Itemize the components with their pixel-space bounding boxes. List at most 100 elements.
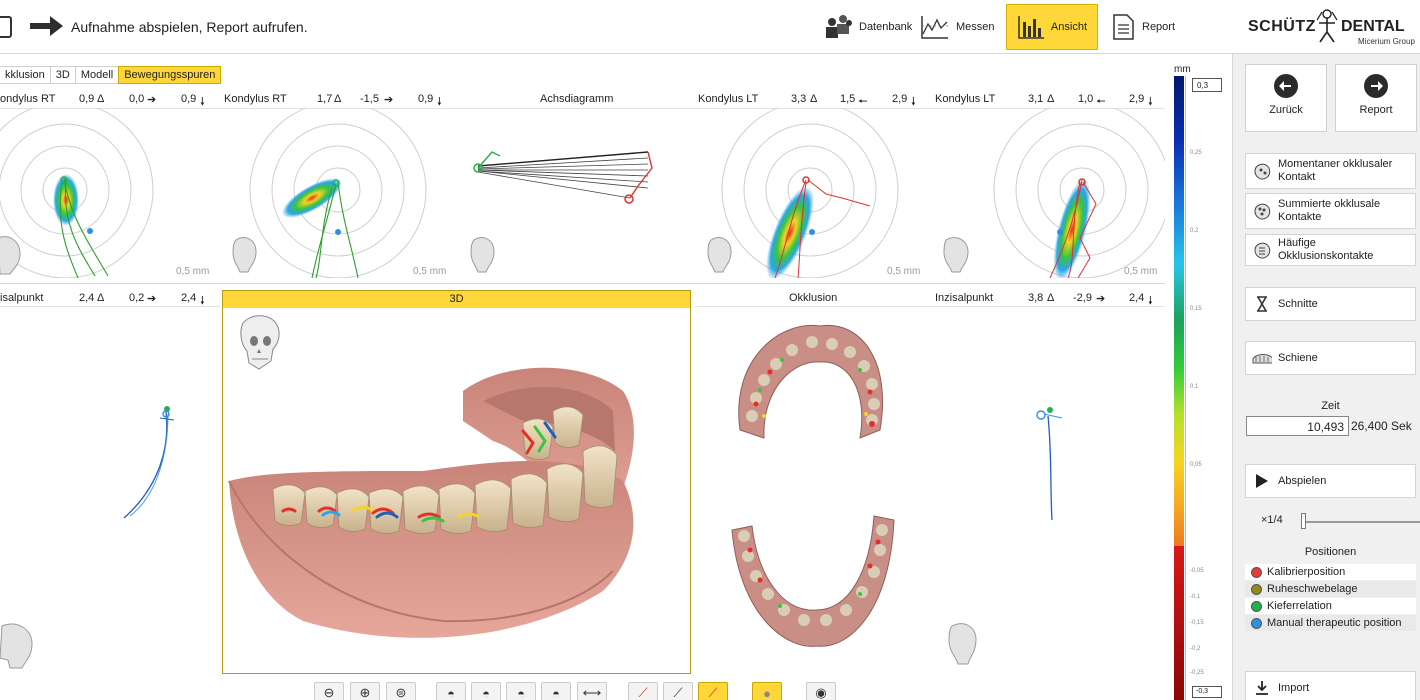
zeit-input[interactable]: 10,493	[1246, 416, 1349, 436]
panel-header-achsdiagramm: Achsdiagramm	[540, 93, 613, 107]
axis-icon: ⟷	[582, 685, 602, 700]
speed-slider-thumb[interactable]	[1301, 513, 1306, 529]
view-bottom-button[interactable]: ◓	[541, 682, 571, 700]
scale-max-input[interactable]: 0,3	[1192, 78, 1222, 92]
app-window: Aufnahme abspielen, Report aufrufen. Dat…	[0, 0, 1420, 700]
arrow-right-small-icon: ➔	[384, 94, 394, 106]
play-icon	[1252, 471, 1272, 491]
position-item-manual-therapeutic[interactable]: Manual therapeutic position	[1245, 615, 1416, 631]
horizontal-value: -2,9	[1073, 292, 1092, 304]
datenbank-button[interactable]: Datenbank	[813, 4, 922, 50]
vertical-value: 2,9	[892, 93, 908, 105]
color-scale: mm 0,3 0,25 0,2 0,15 0,1 0,05 -0,05 -0,1…	[1170, 64, 1226, 700]
schiene-button[interactable]: Schiene	[1245, 341, 1416, 375]
scale-label-1: 0,5 mm	[176, 266, 209, 277]
logo-sub: Micerium Group	[1358, 37, 1415, 46]
delta-value: 3,8	[1028, 292, 1044, 304]
contact-button[interactable]: ●	[752, 682, 782, 700]
horizontal-value: -1,5	[360, 93, 379, 105]
visibility-button[interactable]: ◉	[806, 682, 836, 700]
horizontal-value: 0,0	[129, 93, 145, 105]
zoom-in-icon: ⊕	[359, 685, 371, 700]
position-dot-blue	[1251, 617, 1262, 629]
trace-red-icon: ⟋	[638, 685, 648, 700]
logo-part1: SCHÜTZ	[1248, 18, 1316, 35]
haeufige-kontakte-button[interactable]: Häufige Okklusionskontakte	[1245, 234, 1416, 266]
schnitte-button[interactable]: Schnitte	[1245, 287, 1416, 321]
import-button[interactable]: Import	[1245, 671, 1416, 700]
abspielen-button[interactable]: Abspielen	[1245, 464, 1416, 498]
schiene-label: Schiene	[1278, 351, 1318, 364]
delta-icon: Δ	[810, 93, 818, 105]
panel-title: Kondylus LT	[698, 93, 759, 105]
axis-button[interactable]: ⟷	[577, 682, 607, 700]
position-item-kieferrelation[interactable]: Kieferrelation	[1245, 598, 1416, 614]
scale-bar-negative	[1174, 546, 1184, 700]
position-label: Manual therapeutic position	[1267, 617, 1402, 629]
zoom-out-button[interactable]: ⊖	[314, 682, 344, 700]
position-label: Ruheschwebelage	[1267, 583, 1358, 595]
tooth-frequent-icon	[1252, 240, 1272, 260]
right-panel: Zurück Report Momentaner okklusaler Kont…	[1232, 54, 1420, 700]
hourglass-icon	[1252, 294, 1272, 314]
logo-part2: DENTAL	[1341, 18, 1405, 35]
arrow-right-small-icon: ➔	[147, 293, 157, 305]
document-icon	[1113, 14, 1134, 40]
measure-chart-icon	[921, 16, 948, 39]
position-item-ruheschwebelage[interactable]: Ruheschwebelage	[1245, 581, 1416, 597]
report-button[interactable]: Report	[1335, 64, 1417, 132]
arrow-right-circle-icon	[1364, 74, 1388, 98]
lower-arch	[731, 515, 895, 647]
scale-label-5: 0,5 mm	[1124, 266, 1157, 277]
skull-icon	[232, 237, 257, 273]
zoom-in-button[interactable]: ⊕	[350, 682, 380, 700]
tab-bewegungsspuren[interactable]: Bewegungsspuren	[118, 66, 222, 84]
position-label: Kalibrierposition	[1267, 566, 1346, 578]
tab-okklusion[interactable]: kklusion	[0, 66, 51, 84]
splint-icon	[1252, 348, 1272, 368]
trace-yellow-button[interactable]: ⟋	[698, 682, 728, 700]
skull-icon	[943, 237, 969, 273]
horizontal-value: 0,2	[129, 292, 145, 304]
condyle-plot-rt-2: 0,5 mm	[249, 108, 446, 278]
view-side-button[interactable]: ◓	[471, 682, 501, 700]
trace-red-button[interactable]: ⟋	[628, 682, 658, 700]
top-bar: Aufnahme abspielen, Report aufrufen. Dat…	[0, 0, 1420, 54]
position-item-kalibrierposition[interactable]: Kalibrierposition	[1245, 564, 1416, 580]
condyle-plot-lt-1: 0,5 mm	[721, 108, 920, 278]
messen-button[interactable]: Messen	[910, 4, 1005, 50]
view-front-button[interactable]: ◓	[436, 682, 466, 700]
zurueck-button[interactable]: Zurück	[1245, 64, 1327, 132]
zurueck-label: Zurück	[1269, 104, 1303, 116]
speed-slider-track[interactable]	[1303, 521, 1420, 523]
view-back-button[interactable]: ◓	[506, 682, 536, 700]
scale-tick: 0,05	[1190, 462, 1202, 468]
scale-tick: -0,25	[1190, 670, 1204, 676]
skull-icon	[0, 236, 21, 275]
tab-3d[interactable]: 3D	[49, 66, 76, 84]
scale-min-input[interactable]: -0,3	[1192, 686, 1222, 698]
viewer-3d[interactable]: 3D	[222, 290, 691, 674]
scale-tick: -0,2	[1190, 646, 1201, 652]
condyle-trace-plots: 0,5 mm 0,5 mm 0,5 mm 0,5 mm	[0, 108, 1165, 278]
back-icon[interactable]	[0, 16, 12, 38]
occlusion-arches	[731, 324, 895, 647]
panel-title: Inzisalpunkt	[935, 292, 994, 304]
summierte-kontakte-button[interactable]: Summierte okklusale Kontakte	[1245, 193, 1416, 229]
panel-title: Kondylus RT	[224, 93, 287, 105]
tooth-contact-icon	[1252, 161, 1272, 181]
momentaner-kontakt-button[interactable]: Momentaner okklusaler Kontakt	[1245, 153, 1416, 189]
position-dot-red	[1251, 566, 1262, 578]
zeit-label: Zeit	[1321, 400, 1340, 412]
ansicht-button[interactable]: Ansicht	[1006, 4, 1098, 50]
skull-front-icon: ◓	[447, 685, 455, 700]
zoom-fit-button[interactable]: ⊜	[386, 682, 416, 700]
tab-modell[interactable]: Modell	[74, 66, 120, 84]
viewer-3d-title: 3D	[223, 291, 690, 308]
vertical-value: 2,4	[1129, 292, 1145, 304]
trace-yellow-icon: ⟋	[708, 685, 718, 700]
delta-icon: Δ	[97, 292, 105, 304]
report-top-button[interactable]: Report	[1100, 4, 1185, 50]
vertical-value: 0,9	[418, 93, 434, 105]
trace-white-button[interactable]: ⟋	[663, 682, 693, 700]
